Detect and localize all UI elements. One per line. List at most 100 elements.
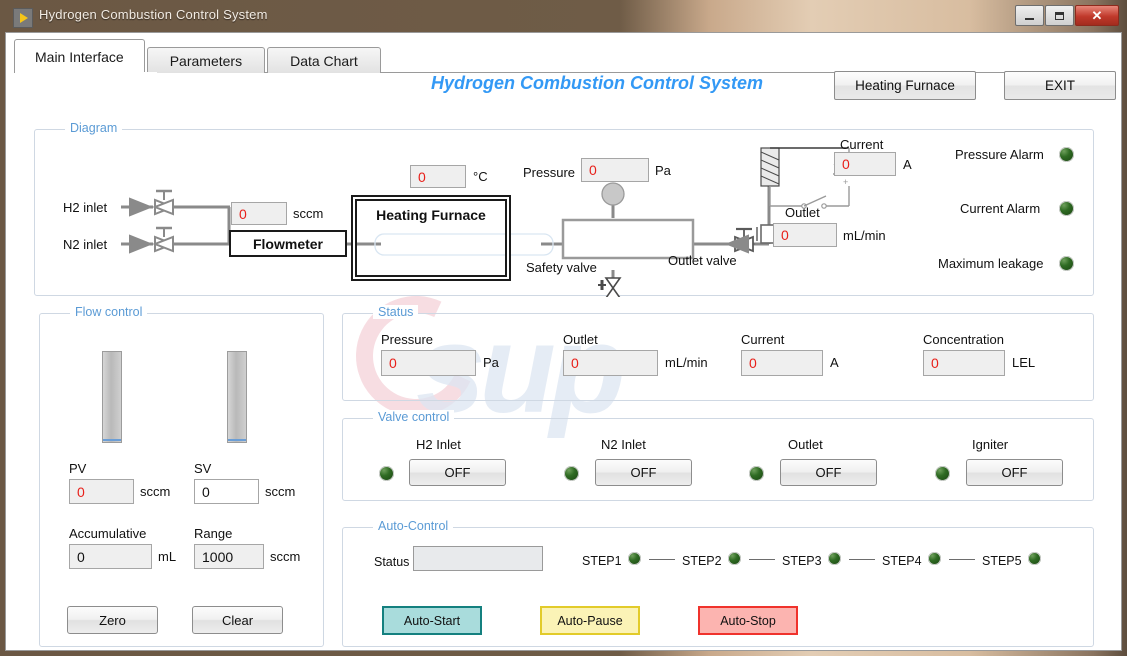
clear-button[interactable]: Clear: [192, 606, 283, 634]
valve-n2-led: [564, 466, 579, 481]
accumulative-field: 0: [69, 544, 152, 569]
current-alarm-label: Current Alarm: [960, 201, 1040, 216]
status-concentration-field: 0: [923, 350, 1005, 376]
flow-unit-label: sccm: [293, 206, 323, 221]
status-pressure-unit: Pa: [483, 355, 499, 370]
valve-control-panel: Valve control H2 Inlet OFF N2 Inlet OFF …: [342, 418, 1094, 501]
tab-parameters[interactable]: Parameters: [147, 47, 265, 73]
auto-start-button[interactable]: Auto-Start: [382, 606, 482, 635]
auto-stop-button[interactable]: Auto-Stop: [698, 606, 798, 635]
step4-label: STEP4: [882, 554, 922, 568]
close-button[interactable]: ✕: [1075, 5, 1119, 26]
status-current-field: 0: [741, 350, 823, 376]
application-window: Hydrogen Combustion Control System ✕ sup…: [0, 0, 1127, 656]
valve-igniter-led: [935, 466, 950, 481]
temperature-field: 0: [410, 165, 466, 188]
pv-unit-label: sccm: [140, 484, 170, 499]
range-field[interactable]: 1000: [194, 544, 264, 569]
window-title: Hydrogen Combustion Control System: [39, 7, 268, 22]
valve-h2-led: [379, 466, 394, 481]
temperature-unit-label: °C: [473, 169, 488, 184]
play-triangle-icon: [13, 8, 33, 28]
valve-n2-toggle-button[interactable]: OFF: [595, 459, 692, 486]
step2-led: [728, 552, 741, 565]
zero-button[interactable]: Zero: [67, 606, 158, 634]
outlet-valve-symbol: [725, 229, 753, 251]
pressure-alarm-label: Pressure Alarm: [955, 147, 1044, 162]
pressure-unit-label: Pa: [655, 163, 671, 178]
current-field: 0: [834, 152, 896, 176]
active-tab-mask: [15, 72, 157, 74]
flow-control-legend: Flow control: [70, 305, 147, 319]
pressure-label: Pressure: [523, 165, 575, 180]
flow-value-field: 0: [231, 202, 287, 225]
heating-furnace-box: Heating Furnace: [351, 195, 511, 281]
accumulative-unit-label: mL: [158, 549, 176, 564]
valve-outlet-toggle-button[interactable]: OFF: [780, 459, 877, 486]
auto-control-panel: Auto-Control Status STEP1 STEP2 STEP3 ST…: [342, 527, 1094, 647]
valve-outlet-led: [749, 466, 764, 481]
step3-label: STEP3: [782, 554, 822, 568]
step1-label: STEP1: [582, 554, 622, 568]
exit-button[interactable]: EXIT: [1004, 71, 1116, 100]
sv-unit-label: sccm: [265, 484, 295, 499]
maximum-leakage-led: [1059, 256, 1074, 271]
auto-status-label: Status: [374, 555, 409, 569]
sv-field[interactable]: 0: [194, 479, 259, 504]
step1-led: [628, 552, 641, 565]
heating-furnace-button[interactable]: Heating Furnace: [834, 71, 976, 100]
diagram-panel: Diagram: [34, 129, 1094, 296]
valve-control-legend: Valve control: [373, 410, 454, 424]
status-pressure-label: Pressure: [381, 332, 433, 347]
flowmeter-box: Flowmeter: [229, 230, 347, 257]
valve-n2-label: N2 Inlet: [601, 437, 646, 452]
pv-label: PV: [69, 461, 86, 476]
h2-valve-symbol: [155, 191, 173, 214]
pressure-field: 0: [581, 158, 649, 182]
client-area: sup Main Interface Parameters Data Chart…: [5, 32, 1122, 651]
step2-label: STEP2: [682, 554, 722, 568]
status-concentration-label: Concentration: [923, 332, 1004, 347]
n2-valve-symbol: [155, 228, 173, 251]
step5-label: STEP5: [982, 554, 1022, 568]
valve-h2-toggle-button[interactable]: OFF: [409, 459, 506, 486]
tab-data-chart[interactable]: Data Chart: [267, 47, 381, 73]
status-panel: Status Pressure 0 Pa Outlet 0 mL/min Cur…: [342, 313, 1094, 401]
status-current-unit: A: [830, 355, 839, 370]
tab-main-interface[interactable]: Main Interface: [14, 39, 145, 73]
title-bar: Hydrogen Combustion Control System ✕: [5, 4, 1122, 32]
igniter-coil-symbol: [761, 148, 779, 186]
h2-inlet-label: H2 inlet: [63, 200, 107, 215]
current-unit-label: A: [903, 157, 912, 172]
outlet-label: Outlet: [785, 205, 820, 220]
range-unit-label: sccm: [270, 549, 300, 564]
maximize-button[interactable]: [1045, 5, 1074, 26]
step3-led: [828, 552, 841, 565]
outlet-valve-label: Outlet valve: [668, 253, 737, 268]
status-concentration-unit: LEL: [1012, 355, 1035, 370]
auto-control-legend: Auto-Control: [373, 519, 453, 533]
pv-gauge[interactable]: [102, 351, 122, 443]
auto-pause-button[interactable]: Auto-Pause: [540, 606, 640, 635]
tab-strip: Main Interface Parameters Data Chart: [14, 39, 381, 73]
step-connector-3: [849, 559, 875, 560]
sv-label: SV: [194, 461, 211, 476]
status-outlet-label: Outlet: [563, 332, 598, 347]
pv-field: 0: [69, 479, 134, 504]
current-label: Current: [840, 137, 883, 152]
valve-igniter-label: Igniter: [972, 437, 1008, 452]
range-label: Range: [194, 526, 232, 541]
step-connector-1: [649, 559, 675, 560]
step4-led: [928, 552, 941, 565]
valve-igniter-toggle-button[interactable]: OFF: [966, 459, 1063, 486]
sv-gauge[interactable]: [227, 351, 247, 443]
step-connector-2: [749, 559, 775, 560]
status-legend: Status: [373, 305, 418, 319]
accumulative-label: Accumulative: [69, 526, 146, 541]
page-title: Hydrogen Combustion Control System: [431, 73, 763, 94]
current-alarm-led: [1059, 201, 1074, 216]
minimize-button[interactable]: [1015, 5, 1044, 26]
valve-outlet-label: Outlet: [788, 437, 823, 452]
flow-control-panel: Flow control PV 0 sccm SV 0 sccm Accumul…: [39, 313, 324, 647]
n2-inlet-label: N2 inlet: [63, 237, 107, 252]
